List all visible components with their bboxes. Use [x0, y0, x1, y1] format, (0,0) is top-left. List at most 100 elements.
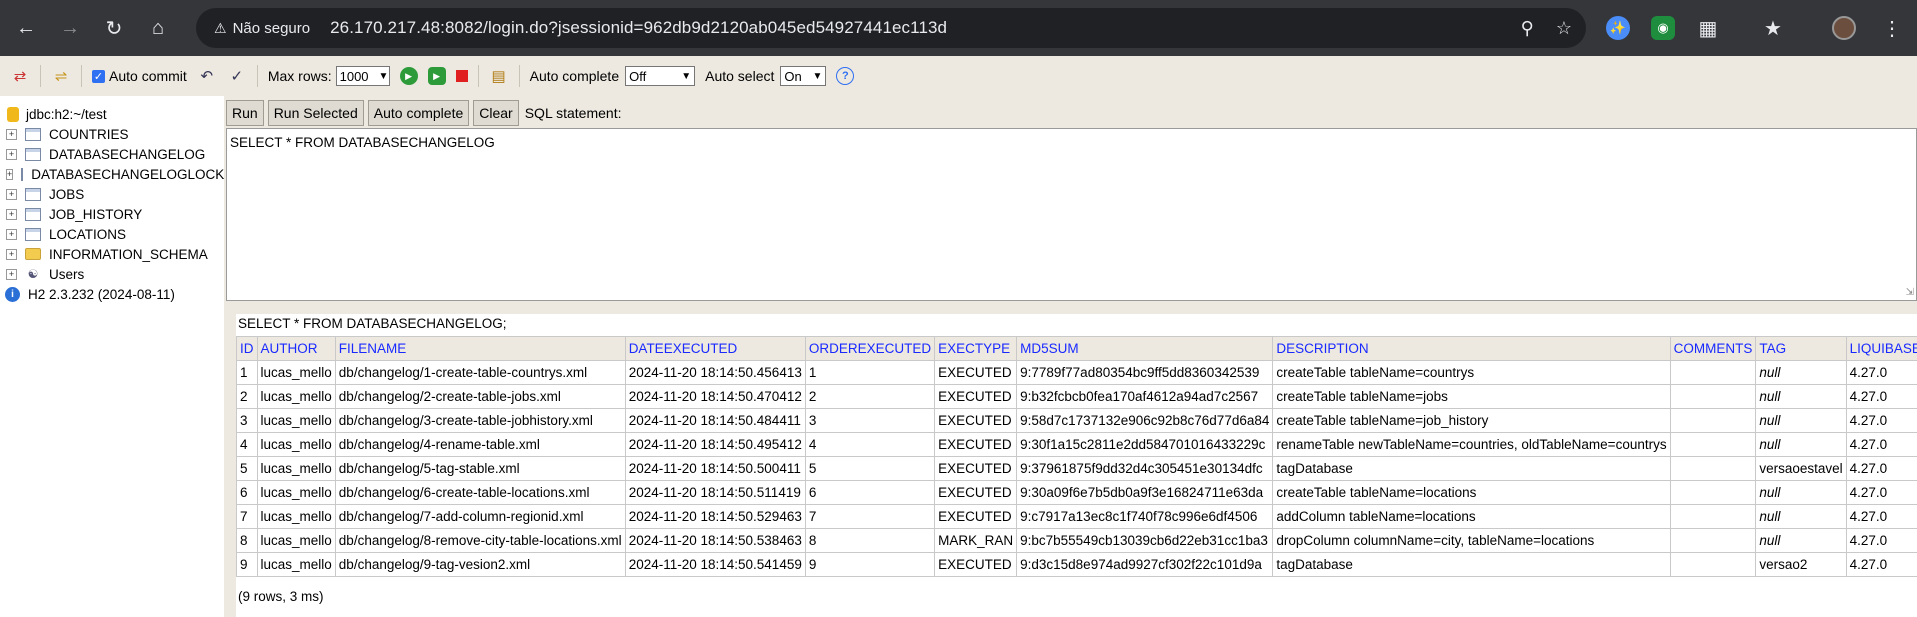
table-cell[interactable]: db/changelog/6-create-table-locations.xm…: [334, 480, 626, 505]
table-cell[interactable]: 9: [236, 552, 258, 577]
run-button[interactable]: Run: [226, 100, 264, 126]
table-cell[interactable]: 2024-11-20 18:14:50.456413: [624, 360, 806, 385]
table-cell[interactable]: EXECUTED: [934, 384, 1018, 409]
table-cell[interactable]: 2024-11-20 18:14:50.470412: [624, 384, 806, 409]
table-cell[interactable]: 9:b32fcbcb0fea170af4612a94ad7c2567: [1016, 384, 1274, 409]
table-cell[interactable]: EXECUTED: [934, 504, 1018, 529]
table-cell[interactable]: 9:c7917a13ec8c1f740f78c996e6df4506: [1016, 504, 1274, 529]
table-cell[interactable]: versaoestavel: [1755, 456, 1847, 481]
table-cell[interactable]: 9:58d7c1737132e906c92b8c76d77d6a84: [1016, 408, 1274, 433]
address-bar[interactable]: ⚠ Não seguro 26.170.217.48:8082/login.do…: [196, 8, 1586, 48]
table-cell[interactable]: db/changelog/7-add-column-regionid.xml: [334, 504, 626, 529]
history-icon[interactable]: ▤: [489, 66, 509, 86]
expand-icon[interactable]: +: [6, 228, 17, 240]
table-cell[interactable]: 4: [804, 432, 936, 457]
column-header[interactable]: DESCRIPTION: [1272, 336, 1671, 361]
expand-icon[interactable]: +: [6, 188, 17, 200]
home-icon[interactable]: ⌂: [138, 8, 178, 48]
table-cell[interactable]: lucas_mello: [256, 552, 336, 577]
table-cell[interactable]: 7: [804, 504, 936, 529]
refresh-icon[interactable]: ⇌: [51, 66, 71, 86]
table-cell[interactable]: 9:37961875f9dd32d4c305451e30134dfc: [1016, 456, 1274, 481]
tree-item-locations[interactable]: + LOCATIONS: [0, 224, 126, 244]
column-header[interactable]: DATEEXECUTED: [624, 336, 806, 361]
table-cell[interactable]: 2024-11-20 18:14:50.511419: [624, 480, 806, 505]
table-cell[interactable]: db/changelog/5-tag-stable.xml: [334, 456, 626, 481]
bookmark-star-icon[interactable]: ☆: [1556, 18, 1572, 39]
table-cell[interactable]: [1669, 456, 1757, 481]
rollback-icon[interactable]: ↶: [197, 66, 217, 86]
reading-list-icon[interactable]: ★: [1761, 16, 1785, 40]
column-header[interactable]: ID: [236, 336, 258, 361]
table-cell[interactable]: 4.27.0: [1845, 360, 1917, 385]
table-cell[interactable]: [1669, 528, 1757, 553]
table-cell[interactable]: 9:7789f77ad80354bc9ff5dd8360342539: [1016, 360, 1274, 385]
table-cell[interactable]: versao2: [1755, 552, 1847, 577]
help-icon[interactable]: ?: [836, 67, 855, 85]
table-cell[interactable]: [1669, 480, 1757, 505]
extension-shield-icon[interactable]: ◉: [1651, 16, 1675, 40]
tree-item-countries[interactable]: + COUNTRIES: [0, 124, 129, 144]
table-cell[interactable]: 3: [236, 408, 258, 433]
table-cell[interactable]: renameTable newTableName=countries, oldT…: [1272, 432, 1671, 457]
table-cell[interactable]: EXECUTED: [934, 552, 1018, 577]
table-cell[interactable]: EXECUTED: [934, 432, 1018, 457]
table-cell[interactable]: dropColumn columnName=city, tableName=lo…: [1272, 528, 1671, 553]
column-header[interactable]: TAG: [1755, 336, 1847, 361]
disconnect-icon[interactable]: ⇄: [10, 66, 30, 86]
tree-connection[interactable]: jdbc:h2:~/test: [0, 104, 107, 124]
menu-kebab-icon[interactable]: ⋮: [1880, 16, 1904, 40]
profile-avatar[interactable]: [1832, 16, 1856, 40]
column-header[interactable]: MD5SUM: [1016, 336, 1274, 361]
extension-blue-icon[interactable]: ✨: [1606, 16, 1630, 40]
table-cell[interactable]: 6: [804, 480, 936, 505]
table-cell[interactable]: EXECUTED: [934, 360, 1018, 385]
sql-editor[interactable]: SELECT * FROM DATABASECHANGELOG ⇲: [226, 128, 1917, 301]
table-cell[interactable]: lucas_mello: [256, 360, 336, 385]
table-cell[interactable]: 2024-11-20 18:14:50.484411: [624, 408, 806, 433]
column-header[interactable]: LIQUIBASE: [1845, 336, 1917, 361]
table-cell[interactable]: 2024-11-20 18:14:50.500411: [624, 456, 806, 481]
table-cell[interactable]: 4.27.0: [1845, 528, 1917, 553]
table-cell[interactable]: db/changelog/2-create-table-jobs.xml: [334, 384, 626, 409]
table-cell[interactable]: 6: [236, 480, 258, 505]
table-cell[interactable]: 9:30a09f6e7b5db0a9f3e16824711e63da: [1016, 480, 1274, 505]
expand-icon[interactable]: +: [6, 128, 17, 140]
expand-icon[interactable]: +: [6, 148, 17, 160]
table-cell[interactable]: addColumn tableName=locations: [1272, 504, 1671, 529]
table-cell[interactable]: 2: [804, 384, 936, 409]
table-cell[interactable]: 4.27.0: [1845, 504, 1917, 529]
table-cell[interactable]: db/changelog/3-create-table-jobhistory.x…: [334, 408, 626, 433]
expand-icon[interactable]: +: [6, 248, 17, 260]
zoom-icon[interactable]: ⚲: [1521, 18, 1534, 39]
table-cell[interactable]: 1: [804, 360, 936, 385]
table-cell[interactable]: lucas_mello: [256, 408, 336, 433]
table-cell[interactable]: 7: [236, 504, 258, 529]
table-cell[interactable]: [1669, 432, 1757, 457]
column-header[interactable]: EXECTYPE: [934, 336, 1018, 361]
tree-item-users[interactable]: + ☯ Users: [0, 264, 84, 284]
table-cell[interactable]: 2024-11-20 18:14:50.529463: [624, 504, 806, 529]
auto-complete-button[interactable]: Auto complete: [367, 100, 470, 126]
run-icon[interactable]: ▶: [399, 67, 418, 85]
auto-select-select[interactable]: On ▼: [780, 66, 827, 86]
table-cell[interactable]: 4.27.0: [1845, 480, 1917, 505]
table-cell[interactable]: 9: [804, 552, 936, 577]
table-cell[interactable]: createTable tableName=locations: [1272, 480, 1671, 505]
table-cell[interactable]: 2024-11-20 18:14:50.495412: [624, 432, 806, 457]
table-cell[interactable]: [1669, 552, 1757, 577]
tree-item-jobs[interactable]: + JOBS: [0, 184, 84, 204]
run-selected-button[interactable]: Run Selected: [267, 100, 364, 126]
table-cell[interactable]: 8: [236, 528, 258, 553]
table-cell[interactable]: EXECUTED: [934, 480, 1018, 505]
tree-item-databasechangeloglock[interactable]: + DATABASECHANGELOGLOCK: [0, 164, 224, 184]
expand-icon[interactable]: +: [6, 268, 17, 280]
table-cell[interactable]: db/changelog/4-rename-table.xml: [334, 432, 626, 457]
table-cell[interactable]: null: [1755, 432, 1847, 457]
forward-icon[interactable]: →: [50, 8, 90, 48]
table-cell[interactable]: [1669, 360, 1757, 385]
table-cell[interactable]: [1669, 408, 1757, 433]
table-cell[interactable]: 2024-11-20 18:14:50.541459: [624, 552, 806, 577]
column-header[interactable]: AUTHOR: [256, 336, 336, 361]
table-cell[interactable]: 9:30f1a15c2811e2dd584701016433229c: [1016, 432, 1274, 457]
